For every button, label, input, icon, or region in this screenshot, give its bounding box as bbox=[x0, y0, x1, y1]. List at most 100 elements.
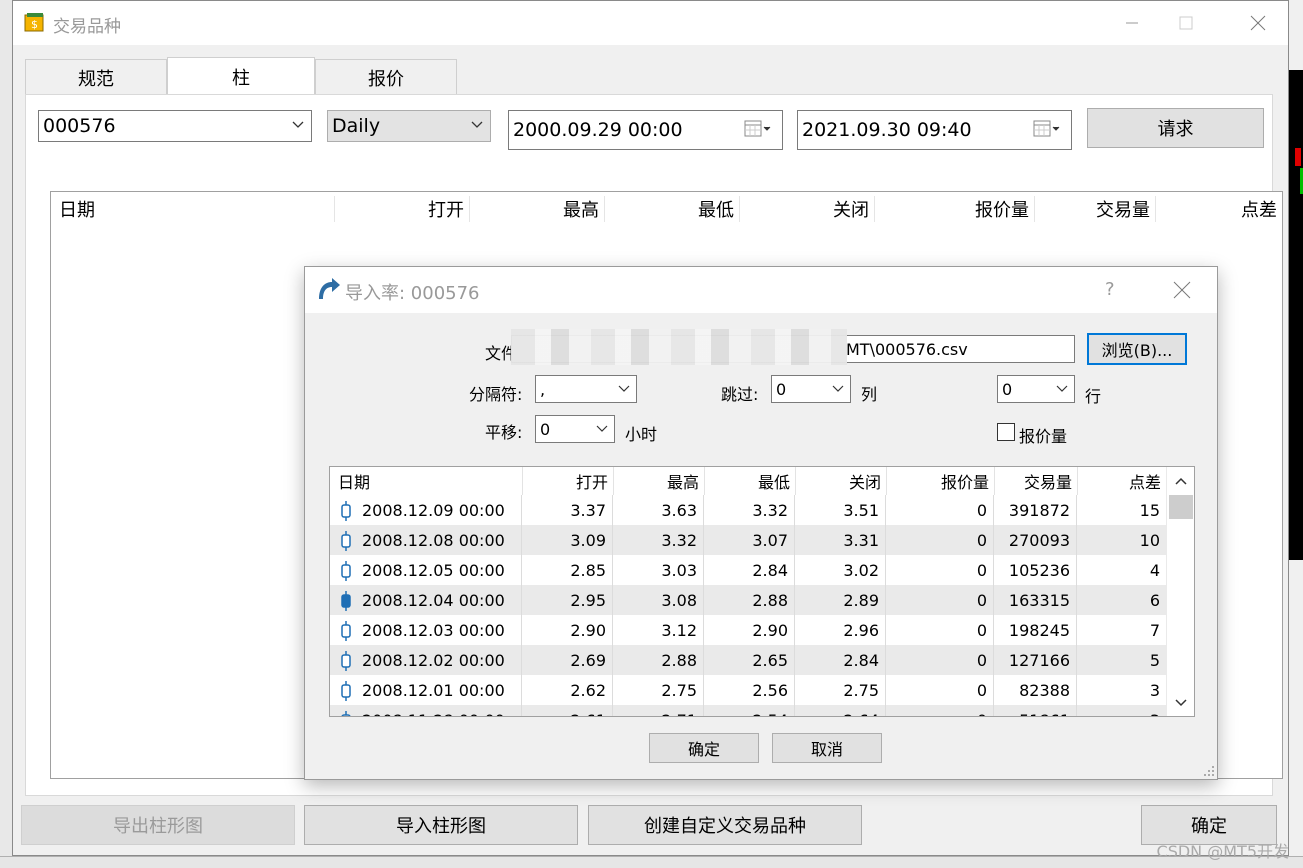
cell-spread: 3 bbox=[1077, 675, 1167, 705]
cell-close: 2.84 bbox=[795, 645, 886, 675]
tick-volume-checkbox[interactable] bbox=[997, 423, 1015, 441]
tab-bars[interactable]: 柱 bbox=[167, 57, 315, 95]
column-header-low[interactable]: 最低 bbox=[604, 192, 734, 226]
date-to-picker[interactable]: 2021.09.30 09:40 bbox=[797, 110, 1072, 150]
column-header-low[interactable]: 最低 bbox=[704, 467, 790, 495]
cell-close: 2.96 bbox=[795, 615, 886, 645]
cell-high: 3.08 bbox=[613, 585, 704, 615]
column-header-open[interactable]: 打开 bbox=[334, 192, 464, 226]
tab-ticks[interactable]: 报价 bbox=[315, 59, 457, 95]
cell-high: 3.32 bbox=[613, 525, 704, 555]
dialog-title-bar: 导入率: 000576 ? bbox=[305, 267, 1217, 313]
browse-button[interactable]: 浏览(B)... bbox=[1087, 333, 1187, 365]
cell-tick: 0 bbox=[886, 585, 994, 615]
cell-spread: 6 bbox=[1077, 585, 1167, 615]
table-row[interactable]: 2008.12.08 00:00 3.09 3.32 3.07 3.31 0 270093 1… bbox=[330, 525, 1167, 555]
shift-select[interactable]: 0 bbox=[535, 415, 615, 443]
request-button[interactable]: 请求 bbox=[1087, 108, 1264, 148]
cell-tick: 0 bbox=[886, 495, 994, 525]
cell-open: 2.90 bbox=[522, 615, 613, 645]
cell-date: 2008.11.28 00:00 bbox=[330, 705, 522, 716]
resize-grip-icon[interactable] bbox=[1203, 765, 1215, 777]
close-button[interactable] bbox=[1235, 7, 1281, 39]
cell-spread: 5 bbox=[1077, 645, 1167, 675]
cell-tick: 0 bbox=[886, 615, 994, 645]
column-header-spread[interactable]: 点差 bbox=[1155, 192, 1277, 226]
separator-select[interactable]: , bbox=[535, 375, 637, 403]
column-header-spread[interactable]: 点差 bbox=[1077, 467, 1161, 495]
cell-date: 2008.12.05 00:00 bbox=[330, 555, 522, 585]
cell-volume: 51861 bbox=[994, 705, 1077, 716]
table-row[interactable]: 2008.12.05 00:00 2.85 3.03 2.84 3.02 0 105236 4 bbox=[330, 555, 1167, 585]
table-row[interactable]: 2008.12.04 00:00 2.95 3.08 2.88 2.89 0 163315 6 bbox=[330, 585, 1167, 615]
scroll-up-button[interactable] bbox=[1167, 469, 1194, 493]
cell-open: 3.37 bbox=[522, 495, 613, 525]
column-header-close[interactable]: 关闭 bbox=[795, 467, 881, 495]
column-header-date[interactable]: 日期 bbox=[59, 192, 329, 226]
chevron-down-icon bbox=[596, 425, 608, 432]
cell-tick: 0 bbox=[886, 675, 994, 705]
cell-low: 2.90 bbox=[704, 615, 795, 645]
close-icon[interactable] bbox=[1173, 281, 1191, 299]
column-header-volume[interactable]: 交易量 bbox=[1034, 192, 1150, 226]
symbol-select[interactable]: 000576 bbox=[38, 110, 312, 142]
dialog-ok-button[interactable]: 确定 bbox=[649, 733, 759, 763]
cell-close: 2.89 bbox=[795, 585, 886, 615]
create-custom-symbol-button[interactable]: 创建自定义交易品种 bbox=[588, 805, 862, 845]
column-header-high[interactable]: 最高 bbox=[613, 467, 699, 495]
cell-high: 2.75 bbox=[613, 675, 704, 705]
background-chart-right bbox=[1289, 0, 1303, 868]
background-app-left bbox=[0, 0, 12, 868]
scroll-down-button[interactable] bbox=[1167, 691, 1194, 715]
cell-tick: 0 bbox=[886, 705, 994, 716]
import-bars-button[interactable]: 导入柱形图 bbox=[304, 805, 578, 845]
cell-tick: 0 bbox=[886, 525, 994, 555]
calendar-icon[interactable] bbox=[1033, 119, 1061, 139]
timeframe-select[interactable]: Daily bbox=[327, 110, 491, 142]
vertical-scrollbar[interactable] bbox=[1166, 467, 1194, 716]
cell-high: 3.03 bbox=[613, 555, 704, 585]
column-header-date[interactable]: 日期 bbox=[338, 467, 518, 495]
cell-low: 2.88 bbox=[704, 585, 795, 615]
scroll-thumb[interactable] bbox=[1169, 495, 1193, 519]
table-row[interactable]: 2008.12.01 00:00 2.62 2.75 2.56 2.75 0 82388 3 bbox=[330, 675, 1167, 705]
preview-table: 日期 打开 最高 最低 关闭 报价量 交易量 点差 2008.12.09 00:… bbox=[329, 466, 1195, 717]
cell-low: 2.65 bbox=[704, 645, 795, 675]
column-header-high[interactable]: 最高 bbox=[469, 192, 599, 226]
file-path-value: MT\000576.csv bbox=[846, 339, 968, 359]
table-row[interactable]: 2008.11.28 00:002.612.712.542.640518613 bbox=[330, 705, 1167, 716]
minimize-icon bbox=[1126, 22, 1138, 24]
skip-rows-select[interactable]: 0 bbox=[997, 375, 1075, 403]
chevron-down-icon bbox=[1175, 699, 1187, 707]
table-row[interactable]: 2008.12.03 00:00 2.90 3.12 2.90 2.96 0 198245 7 bbox=[330, 615, 1167, 645]
column-header-close[interactable]: 关闭 bbox=[739, 192, 869, 226]
cell-volume: 198245 bbox=[994, 615, 1077, 645]
cell-volume: 105236 bbox=[994, 555, 1077, 585]
help-button[interactable]: ? bbox=[1105, 279, 1115, 300]
tab-specification[interactable]: 规范 bbox=[25, 59, 167, 95]
date-from-picker[interactable]: 2000.09.29 00:00 bbox=[508, 110, 783, 150]
minimize-button[interactable] bbox=[1109, 7, 1155, 39]
cell-volume: 127166 bbox=[994, 645, 1077, 675]
redacted-path-overlay bbox=[511, 329, 847, 365]
calendar-icon[interactable] bbox=[744, 119, 772, 139]
cell-high: 2.71 bbox=[613, 705, 704, 716]
svg-text:$: $ bbox=[31, 18, 38, 31]
dialog-cancel-button[interactable]: 取消 bbox=[772, 733, 882, 763]
tick-volume-label: 报价量 bbox=[1019, 427, 1068, 446]
column-header-open[interactable]: 打开 bbox=[522, 467, 608, 495]
column-header-volume[interactable]: 交易量 bbox=[994, 467, 1072, 495]
cell-close: 2.64 bbox=[795, 705, 886, 716]
cell-high: 3.12 bbox=[613, 615, 704, 645]
table-row[interactable]: 2008.12.02 00:00 2.69 2.88 2.65 2.84 0 127166 5 bbox=[330, 645, 1167, 675]
maximize-icon bbox=[1179, 16, 1193, 30]
skip-rows-value: 0 bbox=[1002, 379, 1013, 399]
table-row[interactable]: 2008.12.09 00:00 3.37 3.63 3.32 3.51 0 391872 1… bbox=[330, 495, 1167, 525]
maximize-button[interactable] bbox=[1163, 7, 1209, 39]
cell-spread: 10 bbox=[1077, 525, 1167, 555]
column-header-tick-volume[interactable]: 报价量 bbox=[874, 192, 1029, 226]
cell-volume: 82388 bbox=[994, 675, 1077, 705]
export-bars-button[interactable]: 导出柱形图 bbox=[21, 805, 295, 845]
column-header-tick-volume[interactable]: 报价量 bbox=[886, 467, 989, 495]
skip-columns-select[interactable]: 0 bbox=[771, 375, 851, 403]
